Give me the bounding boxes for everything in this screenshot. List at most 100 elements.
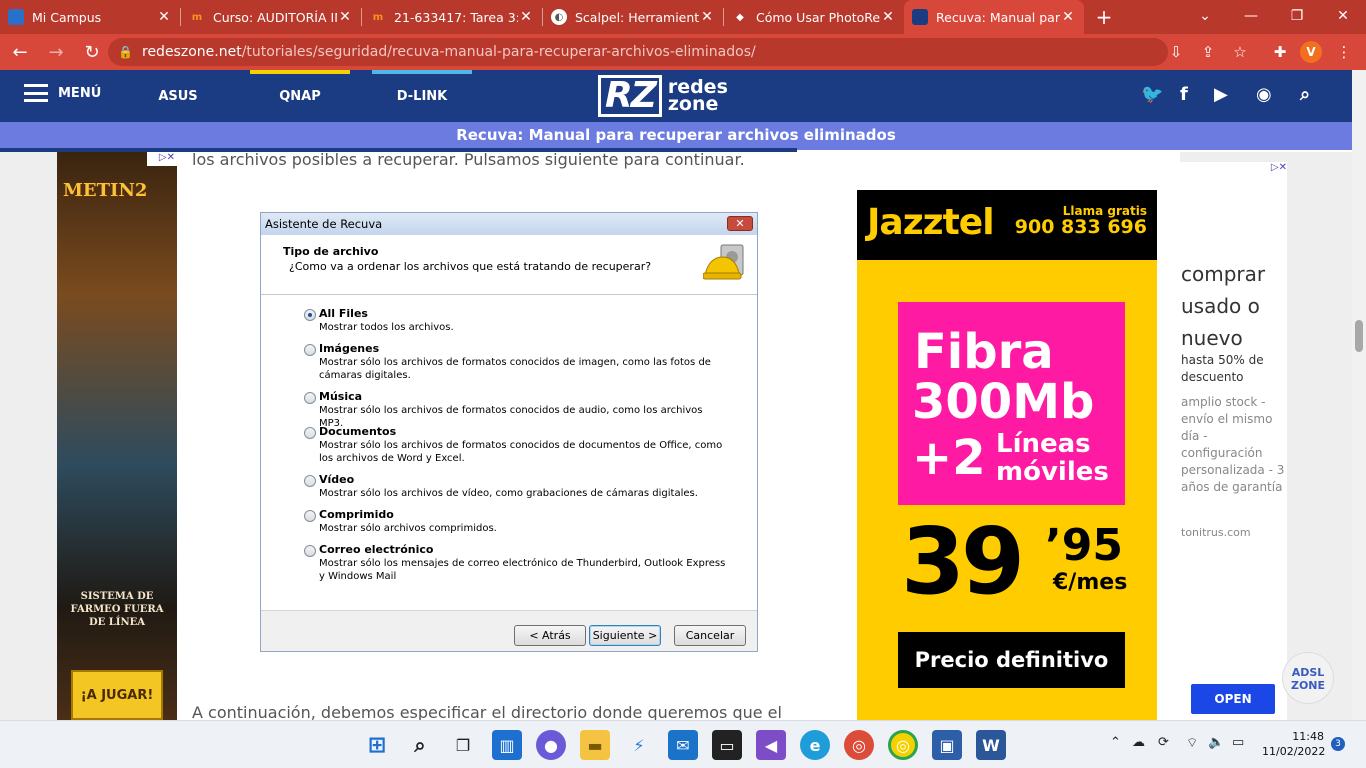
close-icon[interactable]: ✕ — [880, 9, 896, 25]
radio-email[interactable] — [304, 545, 316, 557]
nav-link-qnap[interactable]: QNAP — [240, 70, 360, 122]
right-ad-banner[interactable]: ▷✕ comprar usado o nuevo hasta 50% de de… — [1179, 162, 1287, 720]
wifi-icon[interactable]: ⌔ — [1186, 735, 1198, 751]
adslzone-badge[interactable]: ADSL ZONE — [1282, 652, 1334, 704]
show-hidden-icons-icon[interactable]: ⌃ — [1110, 735, 1121, 750]
menu-button[interactable]: MENÚ — [24, 84, 101, 102]
option-label[interactable]: Música — [319, 390, 362, 403]
radio-music[interactable] — [304, 392, 316, 404]
volume-icon[interactable]: 🔈 — [1208, 735, 1224, 750]
dialog-close-icon[interactable]: ✕ — [727, 216, 753, 231]
tab-curso-auditoria[interactable]: m Curso: AUDITORÍA INF ✕ — [181, 0, 361, 34]
jazztel-ad[interactable]: Jazztel Llama gratis 900 833 696 Fibra 3… — [857, 190, 1157, 720]
site-logo[interactable]: RZ redes zone — [598, 75, 728, 117]
restore-icon[interactable]: ❐ — [1274, 0, 1320, 32]
sync-icon[interactable]: ⟳ — [1158, 735, 1169, 750]
tab-recuva[interactable]: Recuva: Manual para r ✕ — [904, 0, 1084, 34]
site-header: MENÚ ASUS QNAP D-LINK RZ redes zone 🐦 f … — [0, 70, 1352, 122]
more-menu-icon[interactable]: ⋮ — [1332, 40, 1356, 64]
nav-accent-bar — [250, 70, 350, 74]
tab-scalpel[interactable]: ◐ Scalpel: Herramienta p ✕ — [543, 0, 723, 34]
bookmark-star-icon[interactable]: ☆ — [1228, 40, 1252, 64]
mail-icon[interactable]: ✉ — [668, 730, 698, 760]
close-icon[interactable]: ✕ — [699, 9, 715, 25]
system-clock[interactable]: 11:48 11/02/2022 — [1262, 729, 1325, 759]
nav-link-asus[interactable]: ASUS — [118, 70, 238, 122]
next-button[interactable]: Siguiente > — [589, 625, 661, 646]
tab-photorec[interactable]: ◆ Cómo Usar PhotoRec ✕ — [724, 0, 904, 34]
widgets-icon[interactable]: ▥ — [492, 730, 522, 760]
menu-label: MENÚ — [58, 85, 102, 101]
redeszone-favicon-icon — [912, 9, 928, 25]
option-label[interactable]: Comprimido — [319, 508, 394, 521]
chat-icon[interactable]: ● — [536, 730, 566, 760]
page-scrollbar[interactable] — [1352, 70, 1366, 720]
back-icon[interactable]: ← — [4, 36, 36, 68]
tab-search-icon[interactable]: ⌄ — [1182, 0, 1228, 32]
forward-icon[interactable]: → — [40, 36, 72, 68]
chrome-icon[interactable]: ◎ — [844, 730, 874, 760]
powershell-icon[interactable]: ⚡ — [624, 730, 654, 760]
start-icon[interactable]: ⊞ — [362, 730, 392, 760]
radio-documents[interactable] — [304, 427, 316, 439]
jazztel-phone[interactable]: 900 833 696 — [1015, 216, 1147, 238]
virtualbox-icon[interactable]: ▣ — [932, 730, 962, 760]
ad-open-button[interactable]: OPEN — [1191, 684, 1275, 714]
radio-video[interactable] — [304, 475, 316, 487]
edge-icon[interactable]: e — [800, 730, 830, 760]
address-bar[interactable]: 🔒 redeszone.net/tutoriales/seguridad/rec… — [108, 38, 1168, 66]
cancel-button[interactable]: Cancelar — [674, 625, 746, 646]
radio-all-files[interactable] — [304, 309, 316, 321]
back-button[interactable]: < Atrás — [514, 625, 586, 646]
reload-icon[interactable]: ↻ — [76, 36, 108, 68]
youtube-icon[interactable]: ▶ — [1214, 84, 1228, 105]
notification-badge[interactable]: 3 — [1331, 737, 1345, 751]
offer-plus-two: +2 — [912, 430, 986, 486]
option-label[interactable]: All Files — [319, 307, 368, 320]
browser-toolbar: ← → ↻ 🔒 redeszone.net/tutoriales/segurid… — [0, 34, 1366, 70]
facebook-icon[interactable]: f — [1180, 84, 1188, 105]
option-label[interactable]: Correo electrónico — [319, 543, 433, 556]
left-ad-banner[interactable]: ▷✕ METIN2 SISTEMA DE FARMEO FUERA DE LÍN… — [57, 152, 177, 720]
twitter-icon[interactable]: 🐦 — [1141, 84, 1163, 105]
dialog-header: Tipo de archivo ¿Como va a ordenar los a… — [261, 235, 757, 295]
close-icon[interactable]: ✕ — [518, 9, 534, 25]
close-window-icon[interactable]: ✕ — [1320, 0, 1366, 32]
task-view-icon[interactable]: ❐ — [448, 730, 478, 760]
chrome-profile-icon[interactable]: ◎ — [888, 730, 918, 760]
battery-icon[interactable]: ▭ — [1232, 735, 1244, 750]
close-icon[interactable]: ✕ — [156, 9, 172, 25]
terminal-icon[interactable]: ▭ — [712, 730, 742, 760]
dialog-heading: Tipo de archivo — [283, 245, 379, 258]
tab-title: Scalpel: Herramienta p — [575, 9, 699, 25]
file-explorer-icon[interactable]: ▬ — [580, 730, 610, 760]
minimize-icon[interactable]: — — [1228, 0, 1274, 32]
ad-choices-icon[interactable]: ▷✕ — [1257, 162, 1287, 176]
word-icon[interactable]: W — [976, 730, 1006, 760]
radio-compressed[interactable] — [304, 510, 316, 522]
radio-images[interactable] — [304, 344, 316, 356]
rss-icon[interactable]: ◉ — [1256, 84, 1272, 105]
scrollbar-thumb[interactable] — [1355, 320, 1363, 352]
tab-mi-campus[interactable]: Mi Campus ✕ — [0, 0, 180, 34]
url-host: redeszone.net — [142, 44, 242, 60]
install-icon[interactable]: ⇩ — [1164, 40, 1188, 64]
visual-studio-icon[interactable]: ◀ — [756, 730, 786, 760]
option-label[interactable]: Documentos — [319, 425, 396, 438]
share-icon[interactable]: ⇪ — [1196, 40, 1220, 64]
search-icon[interactable]: ⌕ — [1300, 84, 1310, 105]
ad-play-button[interactable]: ¡A JUGAR! — [71, 670, 163, 720]
new-tab-button[interactable]: + — [1084, 0, 1124, 34]
lock-icon[interactable]: 🔒 — [118, 45, 134, 59]
onedrive-icon[interactable]: ☁ — [1132, 735, 1145, 750]
close-icon[interactable]: ✕ — [337, 9, 353, 25]
nav-link-dlink[interactable]: D-LINK — [362, 70, 482, 122]
option-label[interactable]: Imágenes — [319, 342, 379, 355]
ad-choices-icon[interactable]: ▷✕ — [147, 152, 177, 166]
search-icon[interactable]: ⌕ — [405, 730, 435, 760]
extensions-icon[interactable]: ✚ — [1268, 40, 1292, 64]
tab-tarea-3[interactable]: m 21-633417: Tarea 3: H ✕ — [362, 0, 542, 34]
close-icon[interactable]: ✕ — [1060, 9, 1076, 25]
option-label[interactable]: Vídeo — [319, 473, 354, 486]
profile-avatar[interactable]: V — [1300, 41, 1322, 63]
